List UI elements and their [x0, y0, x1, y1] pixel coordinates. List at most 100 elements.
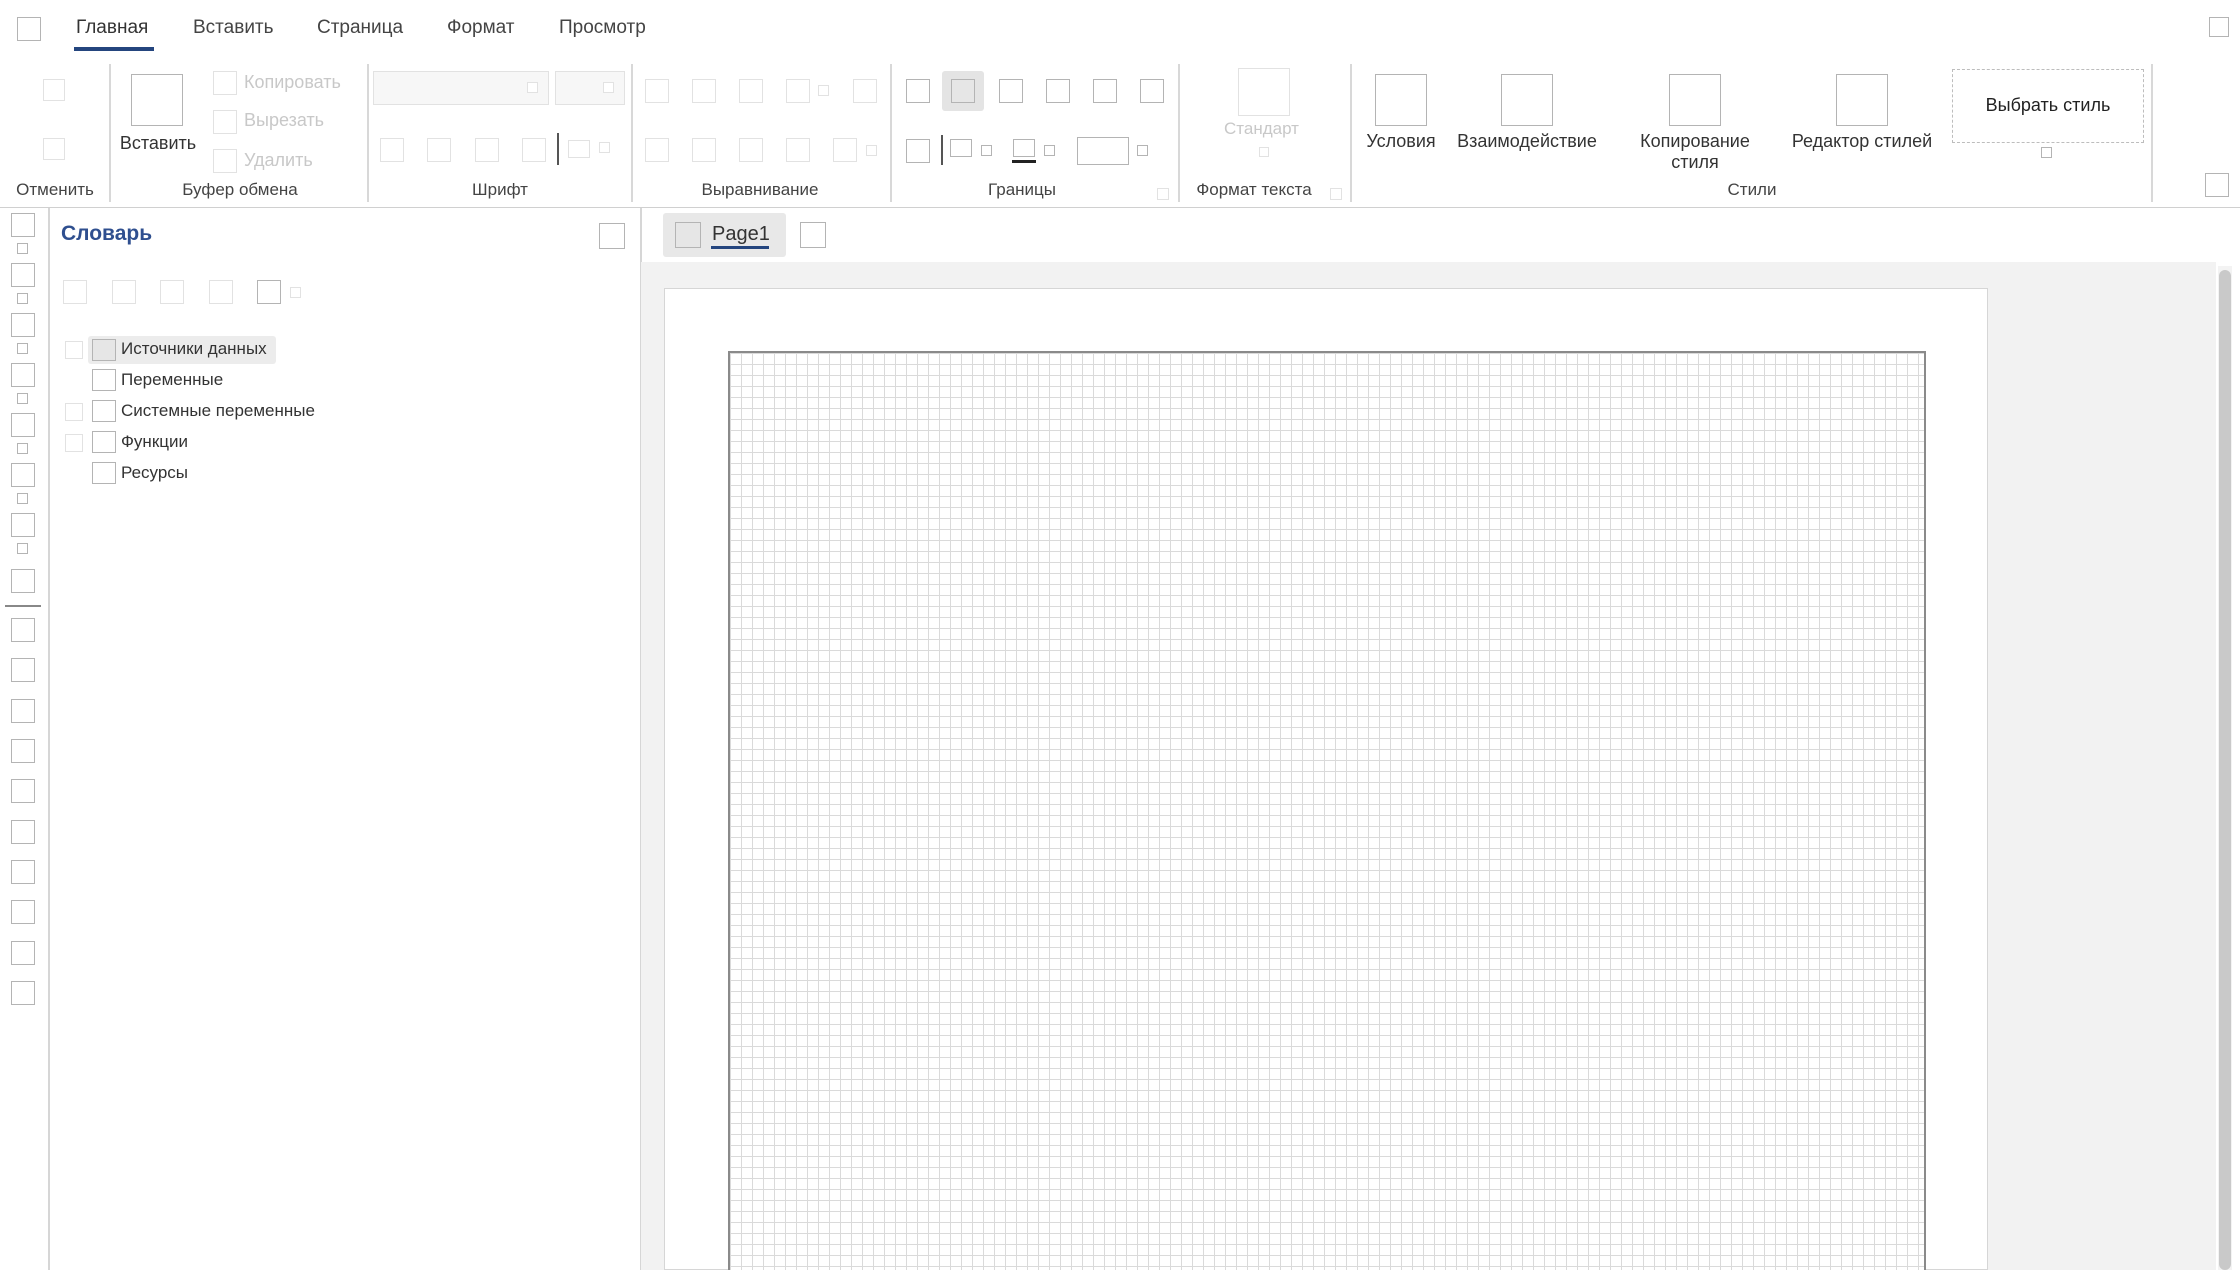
expand-icon[interactable] — [65, 403, 83, 421]
toolbox-gauge-icon[interactable] — [11, 513, 35, 537]
cut-button[interactable]: Вырезать — [244, 110, 324, 131]
copy-style-button[interactable]: Копирование стиля — [1620, 131, 1770, 173]
ribbon-divider — [109, 64, 111, 202]
panel-settings-icon[interactable] — [599, 223, 625, 249]
toolbox-cross-tab-icon[interactable] — [11, 860, 35, 884]
toolbox-shape-icon[interactable] — [11, 363, 35, 387]
chevron-down-icon — [17, 443, 28, 454]
actions-icon[interactable] — [257, 280, 281, 304]
add-page-icon[interactable] — [800, 222, 826, 248]
ribbon-collapse-icon[interactable] — [2205, 173, 2229, 197]
chevron-down-icon — [1044, 145, 1055, 156]
align-right-icon[interactable] — [739, 79, 763, 103]
toolbox-checkbox-icon[interactable] — [11, 941, 35, 965]
align-bottom-icon[interactable] — [739, 138, 763, 162]
align-justify-icon[interactable] — [786, 79, 810, 103]
border-size-input[interactable] — [1077, 137, 1129, 165]
toolbox-band-footer-icon[interactable] — [11, 699, 35, 723]
ribbon-divider — [890, 64, 892, 202]
chevron-down-icon — [603, 82, 614, 93]
chevron-down-icon — [17, 243, 28, 254]
functions-icon — [92, 431, 116, 453]
expand-icon[interactable] — [65, 341, 83, 359]
tree-item-resources[interactable]: Ресурсы — [121, 463, 188, 483]
toolbox-band-header-icon[interactable] — [11, 618, 35, 642]
chevron-down-icon — [599, 142, 610, 153]
underline-icon[interactable] — [475, 138, 499, 162]
border-bottom-icon[interactable] — [1140, 79, 1164, 103]
vertical-scrollbar-thumb[interactable] — [2219, 270, 2231, 1270]
chevron-down-icon — [17, 343, 28, 354]
tab-format[interactable]: Формат — [447, 17, 515, 39]
chevron-down-icon — [17, 493, 28, 504]
toolbox-panel-icon[interactable] — [11, 820, 35, 844]
app-menu-icon[interactable] — [17, 17, 41, 41]
rotate-text-icon[interactable] — [833, 138, 857, 162]
border-all-icon[interactable] — [906, 79, 930, 103]
border-color-icon[interactable] — [1013, 139, 1035, 157]
border-top-icon[interactable] — [1093, 79, 1117, 103]
paste-button[interactable]: Вставить — [118, 133, 198, 154]
copy-button[interactable]: Копировать — [244, 72, 341, 93]
tab-insert[interactable]: Вставить — [193, 17, 274, 39]
toolbox-rich-text-icon[interactable] — [11, 981, 35, 1005]
toolbox-chart-icon[interactable] — [11, 463, 35, 487]
border-right-icon[interactable] — [1046, 79, 1070, 103]
border-outer-icon[interactable] — [906, 139, 930, 163]
font-color-icon[interactable] — [568, 140, 590, 158]
toolbox-select-icon[interactable] — [11, 213, 35, 237]
toolbox-barcode-icon[interactable] — [11, 413, 35, 437]
align-left-icon[interactable] — [645, 79, 669, 103]
toolbox-text-icon[interactable] — [11, 263, 35, 287]
tab-home[interactable]: Главная — [76, 17, 148, 39]
toolbox-band-group-icon[interactable] — [11, 739, 35, 763]
interaction-button[interactable]: Взаимодействие — [1452, 131, 1602, 152]
chevron-down-icon — [866, 145, 877, 156]
edit-item-icon[interactable] — [112, 280, 136, 304]
border-left-icon[interactable] — [999, 79, 1023, 103]
style-editor-button[interactable]: Редактор стилей — [1782, 131, 1942, 152]
italic-icon[interactable] — [427, 138, 451, 162]
expand-icon[interactable] — [65, 434, 83, 452]
strikethrough-icon[interactable] — [522, 138, 546, 162]
tab-view[interactable]: Просмотр — [559, 17, 646, 39]
align-center-icon[interactable] — [692, 79, 716, 103]
toolbox-image-icon[interactable] — [11, 313, 35, 337]
paste-icon[interactable] — [131, 74, 183, 126]
delete-item-icon[interactable] — [160, 280, 184, 304]
tree-item-functions[interactable]: Функции — [121, 432, 188, 452]
text-direction-icon[interactable] — [853, 79, 877, 103]
font-name-select[interactable] — [373, 71, 549, 105]
text-format-icon — [1238, 68, 1290, 116]
align-top-icon[interactable] — [645, 138, 669, 162]
undo-group-label: Отменить — [16, 180, 94, 199]
toolbox-subreport-icon[interactable] — [11, 900, 35, 924]
chevron-down-icon — [1137, 145, 1148, 156]
cut-icon — [213, 110, 237, 134]
tree-item-variables[interactable]: Переменные — [121, 370, 223, 390]
resources-icon — [92, 462, 116, 484]
chevron-down-icon — [17, 293, 28, 304]
chevron-down-icon[interactable] — [2041, 147, 2052, 158]
undo-icon[interactable] — [43, 79, 65, 101]
align-middle-icon[interactable] — [692, 138, 716, 162]
conditions-button[interactable]: Условия — [1360, 131, 1442, 152]
borders-dialog-launcher-icon[interactable] — [1157, 188, 1169, 200]
delete-button[interactable]: Удалить — [244, 150, 313, 171]
toolbox-table-icon[interactable] — [11, 569, 35, 593]
bold-icon[interactable] — [380, 138, 404, 162]
new-item-icon[interactable] — [63, 280, 87, 304]
report-grid[interactable] — [728, 351, 1926, 1270]
tab-page[interactable]: Страница — [317, 17, 403, 39]
toolbox-band-child-icon[interactable] — [11, 779, 35, 803]
text-format-dialog-launcher-icon[interactable] — [1330, 188, 1342, 200]
border-style-icon[interactable] — [950, 139, 972, 157]
toolbox-band-data-icon[interactable] — [11, 658, 35, 682]
tree-item-system-variables[interactable]: Системные переменные — [121, 401, 315, 421]
text-format-standard[interactable]: Стандарт — [1224, 119, 1299, 139]
window-options-icon[interactable] — [2209, 17, 2229, 37]
duplicate-item-icon[interactable] — [209, 280, 233, 304]
font-size-select[interactable] — [555, 71, 625, 105]
word-wrap-icon[interactable] — [786, 138, 810, 162]
redo-icon[interactable] — [43, 138, 65, 160]
